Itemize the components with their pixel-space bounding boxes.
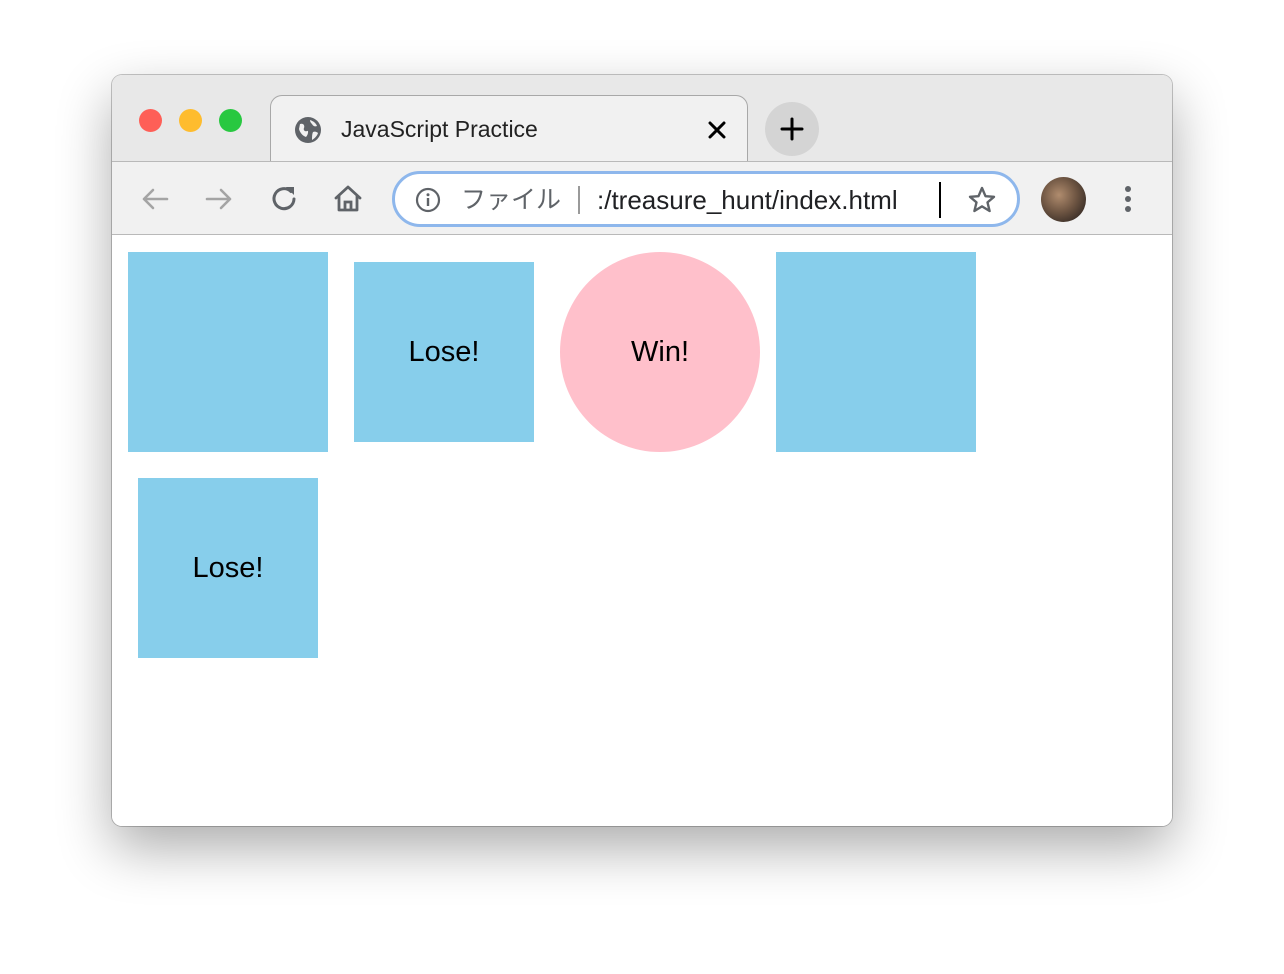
treasure-box-5[interactable]: Lose! [138, 478, 318, 658]
home-icon[interactable] [331, 182, 365, 216]
close-icon[interactable] [705, 118, 729, 142]
treasure-box-4[interactable] [776, 252, 976, 452]
url-scheme-label: ファイル [461, 186, 562, 214]
more-vert-icon[interactable] [1116, 182, 1140, 216]
tab-title: JavaScript Practice [341, 116, 538, 142]
url-text[interactable]: :/treasure_hunt/index.html [597, 184, 898, 216]
browser-window: JavaScript Practice ファイル:/treasure_hunt… [112, 75, 1172, 826]
profile-avatar[interactable] [1041, 177, 1086, 222]
star-icon[interactable] [967, 185, 997, 215]
minimize-window-button[interactable] [179, 109, 202, 132]
text-caret [939, 182, 941, 218]
globe-icon [295, 117, 321, 143]
tab-javascript-practice[interactable]: JavaScript Practice [270, 95, 748, 162]
toolbar: ファイル :/treasure_hunt/index.html [112, 161, 1172, 235]
reload-icon[interactable] [267, 182, 301, 216]
treasure-box-1[interactable] [128, 252, 328, 452]
title-bar: JavaScript Practice [112, 75, 1172, 162]
treasure-box-3[interactable]: Win! [560, 252, 760, 452]
treasure-box-2[interactable]: Lose! [354, 262, 534, 442]
back-arrow-icon[interactable] [138, 182, 172, 216]
forward-arrow-icon[interactable] [202, 182, 236, 216]
info-icon[interactable] [415, 187, 441, 213]
maximize-window-button[interactable] [219, 109, 242, 132]
new-tab-button[interactable] [765, 102, 819, 156]
close-window-button[interactable] [139, 109, 162, 132]
address-bar[interactable]: ファイル :/treasure_hunt/index.html [392, 171, 1020, 227]
plus-icon [780, 117, 804, 141]
page-content: Lose! Win! Lose! [112, 235, 1172, 826]
scheme-separator [578, 186, 580, 214]
